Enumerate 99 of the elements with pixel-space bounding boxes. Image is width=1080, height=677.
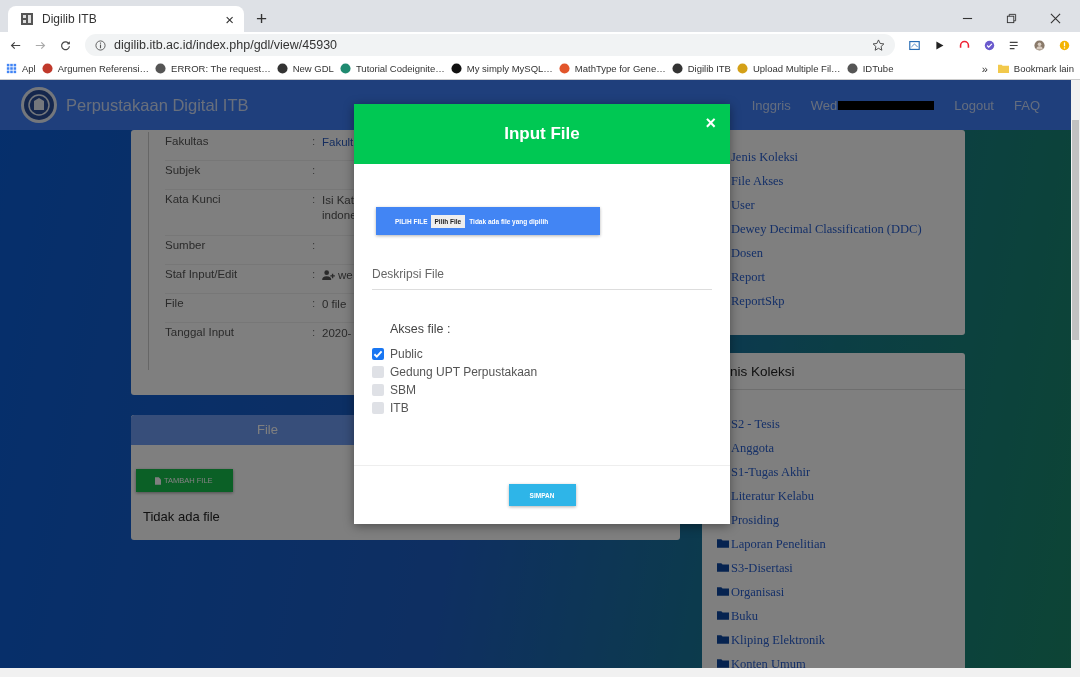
field-label: Kata Kunci (165, 193, 222, 205)
site-icon (846, 63, 858, 74)
nav-link[interactable]: Inggris (751, 97, 791, 113)
field-label: Staf Input/Edit (165, 268, 239, 280)
browser-tab[interactable]: Digilib ITB × (8, 6, 244, 32)
bookmark-link[interactable]: Digilib ITB (671, 63, 731, 74)
site-icon (276, 63, 288, 74)
menu-link[interactable]: Jenis Koleksi (731, 148, 965, 172)
colon-separator: : (312, 164, 317, 176)
field-label: Tanggal Input (165, 326, 236, 338)
checkbox[interactable] (372, 384, 384, 396)
folder-icon (717, 634, 729, 644)
colon-separator: : (312, 135, 317, 147)
file-icon (155, 476, 161, 485)
checkbox-label: Gedung UPT Perpustakaan (390, 365, 538, 379)
menu-link[interactable]: Dosen (731, 244, 965, 268)
colon-separator: : (312, 326, 317, 338)
site-icon (671, 63, 683, 74)
user-plus-icon (322, 270, 335, 280)
menu-link[interactable]: File Akses (731, 172, 965, 196)
colon-separator: : (312, 193, 317, 205)
more-bookmarks-button[interactable]: » (977, 62, 992, 75)
menu-link[interactable]: Dewey Decimal Classification (DDC) (731, 220, 965, 244)
new-tab-button[interactable]: + (252, 8, 272, 30)
collection-link[interactable]: S3-Disertasi (717, 559, 965, 583)
close-button[interactable]: × (703, 113, 718, 134)
field-value: Fakult (322, 135, 354, 150)
checkbox-label: Public (390, 347, 423, 361)
menu-link[interactable]: User (731, 196, 965, 220)
tab-close-button[interactable]: × (223, 10, 236, 28)
folder-icon (717, 538, 729, 548)
field-label: File (165, 297, 185, 309)
menu-link[interactable]: ReportSkp (731, 292, 965, 316)
collection-link[interactable]: Buku (717, 607, 965, 631)
reload-icon[interactable] (60, 38, 71, 52)
modal-title: Input File (504, 124, 580, 144)
bookmark-folder[interactable]: Bookmark lain (997, 63, 1074, 74)
avatar-icon[interactable] (1034, 38, 1045, 52)
checkbox[interactable] (372, 348, 384, 360)
collection-link[interactable]: Organisasi (717, 583, 965, 607)
bookmark-link[interactable]: New GDL (276, 63, 334, 74)
collection-link[interactable]: Literatur Kelabu (731, 487, 965, 511)
horizontal-scrollbar[interactable] (0, 668, 1080, 677)
field-label: Sumber (165, 239, 207, 251)
address-bar[interactable]: digilib.itb.ac.id/index.php/gdl/view/45930 (85, 34, 895, 56)
colon-separator: : (312, 297, 317, 309)
site-icon (558, 63, 570, 74)
site-icon (736, 63, 748, 74)
site-icon (155, 63, 167, 74)
nav-link[interactable]: Logout (954, 97, 994, 113)
menu-link[interactable]: Report (731, 268, 965, 292)
restore-icon[interactable] (1006, 13, 1017, 24)
collection-link[interactable]: Anggota (731, 439, 965, 463)
vertical-scrollbar[interactable] (1071, 80, 1080, 668)
star-icon[interactable] (872, 38, 885, 52)
empty-message: Tidak ada file (143, 509, 221, 524)
checkbox[interactable] (372, 366, 384, 378)
checkbox[interactable] (372, 402, 384, 414)
bookmark-link[interactable]: My simply MySQL… (450, 63, 553, 74)
close-icon[interactable] (1050, 13, 1061, 24)
access-label: Akses file : (390, 322, 452, 336)
checkbox-label: ITB (390, 401, 409, 415)
site-title[interactable]: Perpustakaan Digital ITB (66, 95, 249, 115)
tab-title: Digilib ITB (42, 12, 98, 26)
collection-link[interactable]: Laporan Penelitian (717, 535, 965, 559)
bookmark-link[interactable]: ERROR: The request… (155, 63, 271, 74)
field-value: 2020- (322, 326, 352, 341)
bookmark-link[interactable]: Apl (6, 63, 36, 74)
bookmark-link[interactable]: Tutorial Codeignite… (339, 63, 445, 74)
collection-link[interactable]: S2 - Tesis (731, 415, 965, 439)
site-icon (339, 63, 351, 74)
user-menu[interactable]: Wed (810, 97, 935, 113)
info-icon (95, 39, 106, 51)
nav-link[interactable]: FAQ (1014, 97, 1040, 113)
field-value: we (322, 268, 353, 283)
field-value: 0 file (322, 297, 347, 312)
apps-grid-icon (6, 63, 17, 74)
emblem-icon (20, 86, 58, 124)
collection-link[interactable]: Kliping Elektronik (717, 631, 965, 655)
collection-link[interactable]: Prosiding (731, 511, 965, 535)
collection-link[interactable]: Konten Umum (717, 655, 965, 677)
bookmark-link[interactable]: MathType for Gene… (558, 63, 666, 74)
bookmark-link[interactable]: Argumen Referensi… (41, 63, 150, 74)
bookmark-link[interactable]: Upload Multiple Fil… (736, 63, 841, 74)
bookmark-link[interactable]: IDTube (846, 63, 894, 74)
colon-separator: : (312, 268, 317, 280)
checkbox-label: SBM (390, 383, 416, 397)
colon-separator: : (312, 239, 317, 251)
field-label: Fakultas (165, 135, 210, 147)
collection-link[interactable]: S1-Tugas Akhir (731, 463, 965, 487)
folder-icon (717, 586, 729, 596)
folder-icon (717, 562, 729, 572)
folder-icon (997, 63, 1009, 74)
folder-icon (717, 610, 729, 620)
url-text: digilib.itb.ac.id/index.php/gdl/view/45930 (114, 38, 338, 52)
site-icon (450, 63, 462, 74)
site-icon (41, 63, 53, 74)
field-label: Subjek (165, 164, 202, 176)
scroll-thumb[interactable] (1072, 120, 1079, 340)
